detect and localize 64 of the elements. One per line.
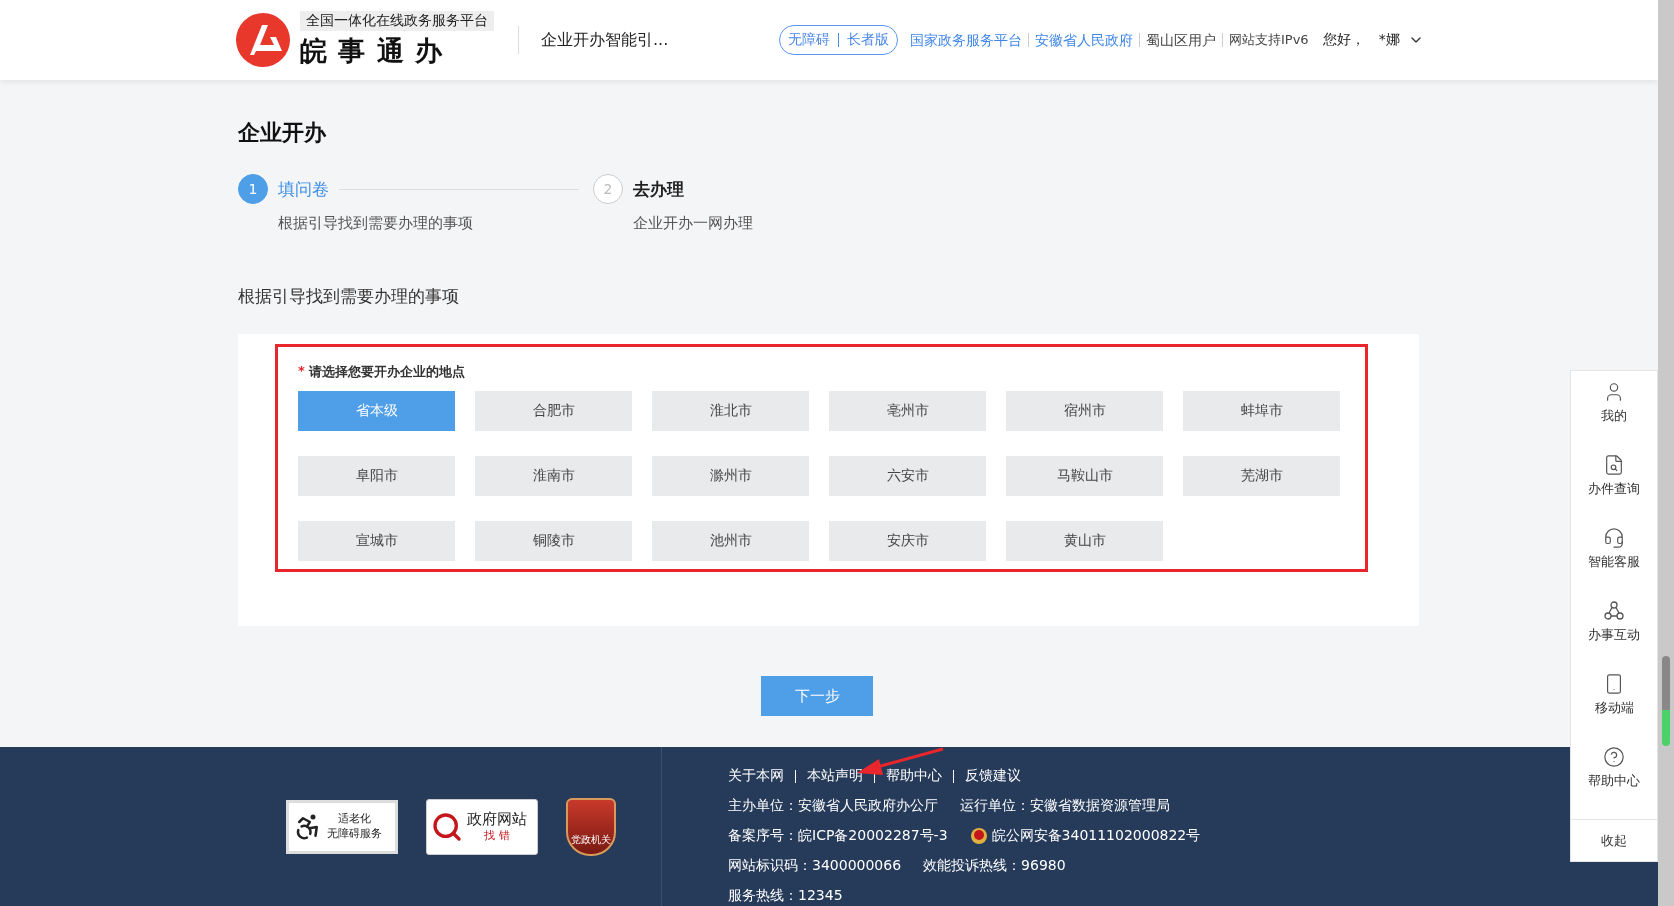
- location-option[interactable]: 淮南市: [475, 456, 632, 496]
- location-option[interactable]: 滁州市: [652, 456, 809, 496]
- location-option[interactable]: 安庆市: [829, 521, 986, 561]
- footer-info: 运行单位：安徽省数据资源管理局: [960, 797, 1170, 815]
- party-emblem-badge[interactable]: 党政机关: [566, 797, 616, 856]
- badge-text: 无障碍服务: [327, 826, 382, 841]
- step-title: 去办理: [633, 177, 684, 201]
- location-option[interactable]: 阜阳市: [298, 456, 455, 496]
- headset-icon: [1603, 527, 1625, 549]
- location-option[interactable]: 亳州市: [829, 391, 986, 431]
- network-icon: [1603, 600, 1625, 622]
- step-number: 1: [238, 174, 268, 204]
- step-number: 2: [593, 174, 623, 204]
- location-option[interactable]: 铜陵市: [475, 521, 632, 561]
- badge-text: 找 错: [484, 829, 510, 844]
- footer-info: 效能投诉热线：96980: [923, 857, 1066, 875]
- error-report-badge[interactable]: 政府网站 找 错: [426, 798, 538, 855]
- footer-link[interactable]: 帮助中心: [886, 767, 942, 785]
- location-option[interactable]: 芜湖市: [1183, 456, 1340, 496]
- location-option[interactable]: 马鞍山市: [1006, 456, 1163, 496]
- badge-text: 政府网站: [467, 809, 527, 830]
- location-option[interactable]: 池州市: [652, 521, 809, 561]
- side-panel-item[interactable]: 我的: [1601, 407, 1627, 425]
- location-option[interactable]: 六安市: [829, 456, 986, 496]
- side-panel-item[interactable]: 帮助中心: [1588, 772, 1640, 790]
- platform-tag: 全国一体化在线政务服务平台: [300, 11, 494, 31]
- access-mode-link[interactable]: 无障碍: [788, 31, 830, 49]
- location-option[interactable]: 黄山市: [1006, 521, 1163, 561]
- greeting: 您好，: [1322, 31, 1365, 49]
- location-option[interactable]: 蚌埠市: [1183, 391, 1340, 431]
- page-heading: 企业开办: [238, 119, 327, 147]
- side-panel-item[interactable]: 办事互动: [1588, 626, 1640, 644]
- help-icon: [1603, 746, 1625, 768]
- section-title: 根据引导找到需要办理的事项: [238, 285, 460, 308]
- access-mode-link[interactable]: 长者版: [847, 31, 889, 49]
- document-search-icon: [1603, 454, 1625, 476]
- required-mark: *: [298, 363, 305, 380]
- location-option[interactable]: 宿州市: [1006, 391, 1163, 431]
- footer-link[interactable]: 反馈建议: [965, 767, 1021, 785]
- search-icon: [431, 810, 463, 843]
- footer-info: 皖公网安备34011102000822号: [969, 827, 1201, 845]
- user-name[interactable]: *娜: [1378, 31, 1400, 49]
- step-description: 根据引导找到需要办理的事项: [278, 214, 474, 233]
- badge-text: 党政机关: [571, 832, 611, 846]
- badge-text: 适老化: [338, 812, 371, 827]
- location-option[interactable]: 淮北市: [652, 391, 809, 431]
- header-link[interactable]: 国家政务服务平台: [904, 33, 1028, 47]
- location-option[interactable]: 宣城市: [298, 521, 455, 561]
- footer-info: 备案序号：皖ICP备20002287号-3: [728, 827, 948, 845]
- brand-name: 皖 事 通 办: [300, 34, 445, 68]
- footer-info: 服务热线：12345: [728, 887, 843, 905]
- step-description: 企业开办一网办理: [633, 214, 754, 233]
- step-title: 填问卷: [278, 177, 329, 201]
- side-panel-item[interactable]: 办件查询: [1588, 480, 1640, 498]
- side-panel-item[interactable]: 移动端: [1594, 699, 1634, 717]
- page-title: 企业开办智能引...: [541, 29, 670, 51]
- side-panel-item[interactable]: 智能客服: [1588, 553, 1640, 571]
- footer-link[interactable]: 关于本网: [728, 767, 784, 785]
- elderly-service-badge[interactable]: 适老化 无障碍服务: [286, 799, 398, 854]
- footer-info: 网站标识码：3400000066: [728, 857, 902, 875]
- location-option[interactable]: 合肥市: [475, 391, 632, 431]
- logo-icon: [236, 13, 290, 67]
- footer-info: 主办单位：安徽省人民政府办公厅: [728, 797, 938, 815]
- field-label: 请选择您要开办企业的地点: [308, 363, 465, 381]
